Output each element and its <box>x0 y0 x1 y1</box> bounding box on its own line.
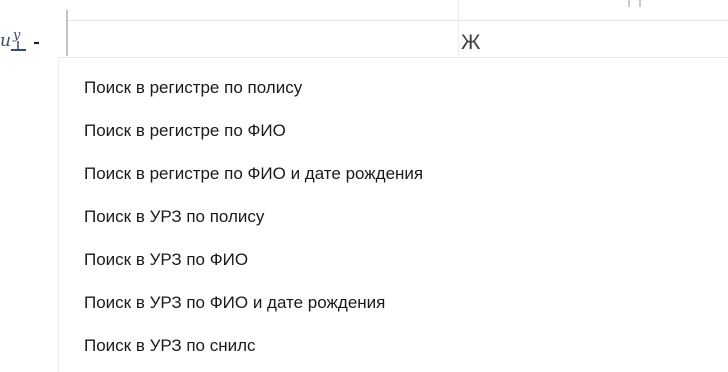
grid-tick-marks <box>628 0 642 8</box>
search-panel: u y Ж Поиск в регистре по полису Поиск в… <box>0 0 728 372</box>
svg-text:u: u <box>0 31 11 51</box>
search-mode-icon: u y <box>0 28 39 51</box>
menu-item-register-by-fio-birthdate[interactable]: Поиск в регистре по ФИО и дате рождения <box>59 154 727 194</box>
menu-item-urz-by-fio-birthdate[interactable]: Поиск в УРЗ по ФИО и дате рождения <box>59 283 727 323</box>
grid-top-rule <box>68 20 728 21</box>
search-type-menu: Поиск в регистре по полису Поиск в регис… <box>58 57 728 372</box>
menu-item-register-by-policy[interactable]: Поиск в регистре по полису <box>59 68 727 108</box>
gender-cell: Ж <box>461 31 481 54</box>
menu-item-register-by-fio[interactable]: Поиск в регистре по ФИО <box>59 111 727 151</box>
toolbar-strip <box>0 0 728 20</box>
svg-text:y: y <box>12 28 21 43</box>
menu-item-urz-by-snils[interactable]: Поиск в УРЗ по снилс <box>59 326 727 366</box>
menu-item-urz-by-fio[interactable]: Поиск в УРЗ по ФИО <box>59 240 727 280</box>
search-type-dropdown-button[interactable]: u y <box>0 22 66 56</box>
search-input[interactable] <box>68 22 728 56</box>
menu-item-urz-by-policy[interactable]: Поиск в УРЗ по полису <box>59 197 727 237</box>
